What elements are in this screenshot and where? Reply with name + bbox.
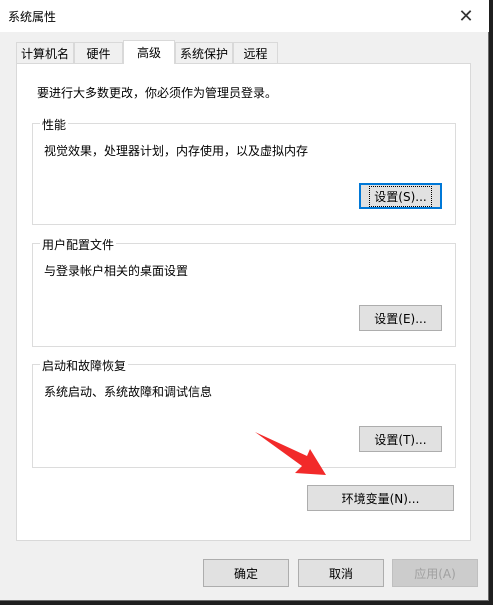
system-properties-window: 系统属性 ✕ 计算机名 硬件 高级 系统保护 远程 要进行大多数更改，你必须作为… <box>0 0 489 601</box>
environment-variables-button[interactable]: 环境变量(N)... <box>307 485 454 511</box>
tab-computer-name[interactable]: 计算机名 <box>16 42 74 63</box>
admin-note: 要进行大多数更改，你必须作为管理员登录。 <box>37 86 278 100</box>
close-button[interactable]: ✕ <box>443 0 489 32</box>
startup-recovery-description: 系统启动、系统故障和调试信息 <box>44 385 213 399</box>
close-icon: ✕ <box>458 5 474 27</box>
red-arrow-annotation <box>255 432 326 475</box>
performance-settings-button[interactable]: 设置(S)... <box>359 183 442 209</box>
user-profiles-description: 与登录帐户相关的桌面设置 <box>44 264 189 278</box>
apply-button[interactable]: 应用(A) <box>392 559 478 587</box>
ok-button[interactable]: 确定 <box>203 559 289 587</box>
startup-recovery-legend: 启动和故障恢复 <box>40 357 129 374</box>
cancel-button[interactable]: 取消 <box>298 559 384 587</box>
performance-group: 性能 视觉效果，处理器计划，内存使用，以及虚拟内存 设置(S)... <box>32 116 456 225</box>
tab-hardware[interactable]: 硬件 <box>74 42 123 63</box>
startup-recovery-group: 启动和故障恢复 系统启动、系统故障和调试信息 设置(T)... <box>32 357 456 468</box>
window-title: 系统属性 <box>8 10 57 24</box>
performance-description: 视觉效果，处理器计划，内存使用，以及虚拟内存 <box>44 144 309 158</box>
tab-remote[interactable]: 远程 <box>233 42 278 63</box>
user-profiles-settings-button[interactable]: 设置(E)... <box>359 305 442 331</box>
startup-recovery-settings-button[interactable]: 设置(T)... <box>359 426 442 452</box>
advanced-tab-panel: 要进行大多数更改，你必须作为管理员登录。 性能 视觉效果，处理器计划，内存使用，… <box>16 63 471 541</box>
performance-legend: 性能 <box>40 116 69 133</box>
tab-advanced[interactable]: 高级 <box>123 40 175 64</box>
user-profiles-legend: 用户配置文件 <box>40 236 117 253</box>
title-bar[interactable]: 系统属性 ✕ <box>0 0 489 32</box>
tab-system-protection[interactable]: 系统保护 <box>175 42 233 63</box>
user-profiles-group: 用户配置文件 与登录帐户相关的桌面设置 设置(E)... <box>32 236 456 347</box>
performance-settings-label: 设置(S)... <box>369 185 432 207</box>
tab-bar: 计算机名 硬件 高级 系统保护 远程 <box>16 40 471 64</box>
